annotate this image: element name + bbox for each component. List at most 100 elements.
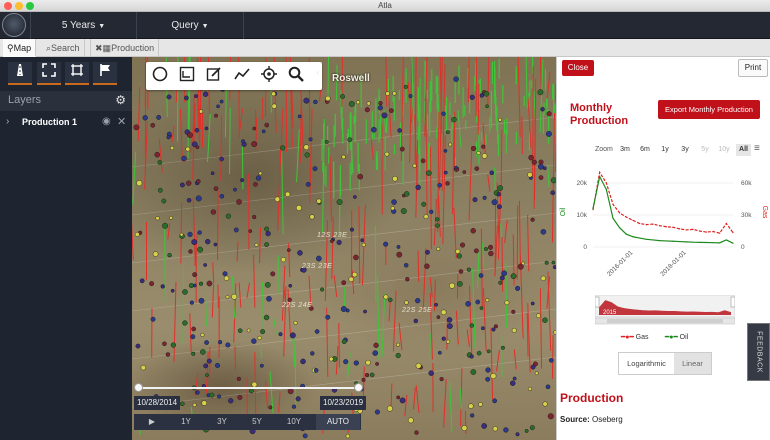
well-marker — [510, 380, 516, 386]
selection-frame-icon[interactable] — [65, 62, 89, 85]
well-stick — [521, 116, 523, 155]
well-marker — [536, 313, 541, 319]
print-button[interactable]: Print — [738, 59, 768, 77]
well-marker — [465, 301, 471, 307]
timeline-5y-button[interactable]: 5Y — [245, 414, 269, 430]
tab-map[interactable]: ⚲Map — [3, 39, 37, 57]
well-marker — [484, 247, 488, 251]
well-marker — [181, 155, 187, 162]
well-marker — [423, 214, 429, 220]
legend-gas[interactable]: ━●━ Gas — [621, 333, 648, 341]
well-marker — [454, 165, 458, 170]
table-icon: ▦ — [102, 43, 112, 53]
timeline-end-handle[interactable] — [354, 383, 363, 392]
right-tick-label: 0 — [741, 244, 745, 251]
chart-menu-icon[interactable]: ≡ — [754, 143, 760, 154]
zoom-3y-button[interactable]: 3y — [678, 144, 692, 156]
well-marker — [462, 170, 467, 174]
zoom-all-button[interactable]: All — [736, 144, 751, 156]
well-marker — [348, 101, 355, 107]
zoom-5y-button[interactable]: 5y — [698, 144, 712, 156]
well-marker — [544, 260, 549, 265]
polyline-icon[interactable] — [232, 66, 252, 86]
well-marker — [503, 427, 509, 433]
well-marker — [336, 199, 343, 205]
well-marker — [434, 302, 438, 307]
timeline-10y-button[interactable]: 10Y — [281, 414, 307, 430]
close-button[interactable]: Close — [562, 60, 594, 76]
gas-legend-label: Gas — [635, 334, 649, 341]
close-icon[interactable]: ✖ — [95, 43, 103, 53]
well-stick — [532, 66, 534, 177]
well-marker — [497, 185, 504, 191]
timeline-3y-button[interactable]: 3Y — [210, 414, 234, 430]
rectangle-draw-icon[interactable] — [177, 66, 197, 86]
eye-icon[interactable]: ◉ — [102, 116, 111, 127]
well-marker — [538, 159, 544, 165]
well-marker — [472, 197, 478, 203]
timeline-auto-button[interactable]: AUTO — [316, 414, 360, 430]
query-dropdown[interactable]: Query ▼ — [136, 12, 244, 39]
linear-button[interactable]: Linear — [674, 353, 711, 374]
well-marker — [375, 362, 379, 366]
gear-icon[interactable]: ⚙ — [115, 93, 126, 107]
well-stick — [358, 206, 361, 284]
timeline-1y-button[interactable]: 1Y — [174, 414, 198, 430]
legend-oil[interactable]: ━●━ Oil — [665, 333, 688, 341]
well-stick — [517, 57, 521, 137]
zoom-1y-button[interactable]: 1y — [658, 144, 672, 156]
map-view[interactable]: Roswell 12S 23E 23S 23E 22S 24E 22S 25E … — [132, 57, 556, 440]
map-region-label: 22S 24E — [282, 302, 313, 309]
zoom-10y-button[interactable]: 10y — [716, 144, 732, 156]
well-marker — [365, 359, 371, 366]
well-marker — [378, 101, 383, 106]
timeline-start-handle[interactable] — [134, 383, 143, 392]
well-stick — [480, 228, 483, 308]
feedback-label: FEEDBACK — [755, 331, 762, 373]
tab-production[interactable]: ✖▦Production — [90, 39, 160, 57]
well-marker — [550, 190, 556, 196]
well-marker — [469, 323, 474, 328]
road-icon[interactable] — [8, 62, 32, 85]
well-stick — [451, 122, 455, 215]
series-gas-point — [605, 182, 607, 184]
years-dropdown[interactable]: 5 Years ▼ — [30, 12, 136, 39]
well-marker — [429, 209, 434, 214]
logarithmic-button[interactable]: Logarithmic — [619, 353, 674, 374]
zoom-6m-button[interactable]: 6m — [638, 144, 652, 156]
left-sidebar: Layers ⚙ › Production 1 ◉ ✕ — [0, 57, 132, 440]
zoom-3m-button[interactable]: 3m — [618, 144, 632, 156]
well-marker — [445, 130, 450, 135]
well-marker — [313, 368, 319, 373]
well-stick — [437, 194, 441, 237]
chevron-left-icon[interactable]: ‹ — [316, 67, 320, 79]
layer-item[interactable]: › Production 1 ◉ ✕ — [0, 115, 132, 131]
well-marker — [236, 376, 241, 381]
flag-icon[interactable] — [93, 62, 117, 85]
circle-draw-icon[interactable] — [150, 66, 170, 86]
series-oil-point — [645, 238, 647, 240]
well-marker — [404, 300, 409, 305]
chevron-right-icon[interactable]: › — [6, 116, 9, 127]
edit-icon[interactable] — [204, 66, 224, 86]
well-marker — [266, 295, 272, 302]
fullscreen-icon[interactable] — [37, 62, 61, 85]
chart-navigator[interactable]: 2015 — [595, 295, 735, 325]
well-marker — [485, 376, 491, 382]
locate-icon[interactable] — [259, 66, 279, 86]
well-marker — [237, 328, 243, 333]
export-monthly-production-button[interactable]: Export Monthly Production — [658, 100, 760, 119]
search-icon[interactable] — [286, 66, 306, 86]
well-marker — [246, 328, 251, 333]
play-icon[interactable]: ▶ — [142, 414, 162, 430]
well-stick — [179, 108, 183, 162]
tab-search[interactable]: ⌕Search — [42, 39, 85, 57]
well-marker — [504, 300, 510, 306]
timeline-track[interactable] — [138, 387, 360, 389]
years-dropdown-label: 5 Years — [61, 20, 96, 31]
close-icon[interactable]: ✕ — [117, 115, 126, 128]
well-stick — [370, 138, 374, 161]
well-marker — [361, 242, 366, 247]
app-logo[interactable] — [2, 13, 26, 37]
feedback-tab[interactable]: FEEDBACK — [747, 323, 770, 381]
